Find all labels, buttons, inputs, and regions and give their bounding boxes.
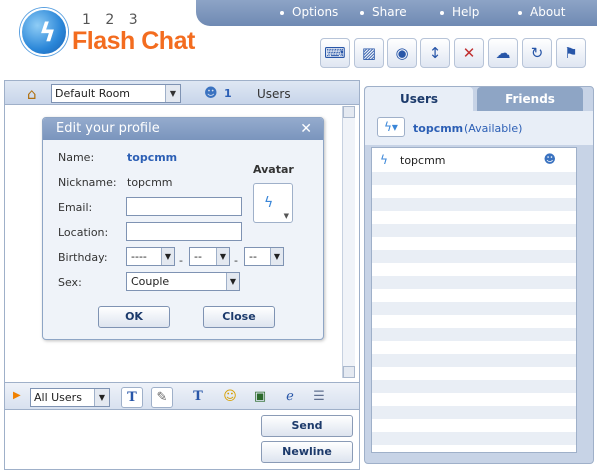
image-icon[interactable]: ▣: [249, 387, 271, 408]
user-list: ϟ topcmm ☻: [371, 147, 577, 453]
flash-chat-window: ϟ 1 2 3 Flash Chat Options Share Help Ab…: [0, 0, 597, 472]
refresh-icon[interactable]: ↻: [522, 38, 552, 68]
webcam-icon[interactable]: ◉: [387, 38, 417, 68]
skin-icon[interactable]: ▨: [354, 38, 384, 68]
list-item[interactable]: ϟ topcmm ☻: [372, 148, 576, 172]
status-menu-icon[interactable]: ϟ▾: [377, 117, 405, 137]
avatar-icon: ϟ: [264, 195, 274, 211]
header: ϟ 1 2 3 Flash Chat Options Share Help Ab…: [0, 0, 597, 80]
avatar-label: Avatar: [253, 163, 294, 176]
sound-muted-icon[interactable]: ✕: [454, 38, 484, 68]
close-icon[interactable]: ✕: [300, 121, 312, 137]
message-input[interactable]: [7, 414, 259, 468]
menu-share[interactable]: Share: [360, 5, 407, 19]
users-label: Users: [257, 87, 291, 101]
users-panel: Users Friends ϟ▾ topcmm (Available) ϟ to…: [364, 86, 594, 464]
font-color-icon[interactable]: T: [187, 387, 209, 408]
chevron-down-icon: ▼: [94, 389, 109, 406]
pencil-icon[interactable]: ✎: [151, 387, 173, 408]
scroll-down-button[interactable]: [343, 366, 355, 378]
dialog-title: Edit your profile: [43, 118, 323, 140]
location-label: Location:: [58, 226, 109, 239]
email-label: Email:: [58, 201, 93, 214]
logo-numbers: 1 2 3: [82, 12, 143, 28]
room-select[interactable]: Default Room ▼: [51, 84, 181, 103]
chevron-down-icon: ▼: [283, 212, 289, 220]
name-value: topcmm: [127, 151, 178, 164]
sex-label: Sex:: [58, 276, 82, 289]
exit-icon[interactable]: ⚑: [556, 38, 586, 68]
birthday-month-select[interactable]: -- ▼: [189, 247, 230, 266]
birthday-day-select[interactable]: -- ▼: [244, 247, 284, 266]
web-icon[interactable]: ℯ: [279, 387, 301, 408]
message-scrollbar[interactable]: [342, 106, 355, 378]
users-icon: ☻: [204, 86, 218, 101]
my-status: (Available): [464, 122, 523, 135]
my-status-row: ϟ▾ topcmm (Available): [365, 111, 593, 145]
menu-options[interactable]: Options: [280, 5, 338, 19]
my-name: topcmm: [413, 122, 464, 135]
chevron-down-icon: ▼: [165, 85, 180, 102]
menu-about[interactable]: About: [518, 5, 565, 19]
top-menu-bar: Options Share Help About: [196, 0, 597, 26]
chat-bubble-icon[interactable]: ☁: [488, 38, 518, 68]
menu-help[interactable]: Help: [440, 5, 479, 19]
sex-select[interactable]: Couple ▼: [126, 272, 240, 291]
user-status-icon: ϟ: [380, 153, 388, 167]
profile-icon[interactable]: ☻: [543, 152, 556, 166]
text-style-icon[interactable]: T: [121, 387, 143, 408]
nickname-value: topcmm: [127, 176, 173, 189]
bullet-icon: [440, 10, 444, 15]
tab-friends[interactable]: Friends: [477, 87, 583, 111]
birthday-year-select[interactable]: ---- ▼: [126, 247, 175, 266]
audience-select[interactable]: All Users ▼: [30, 388, 110, 407]
chevron-down-icon: ▼: [161, 248, 174, 265]
logo-text: Flash Chat: [72, 27, 195, 55]
nickname-label: Nickname:: [58, 176, 117, 189]
chevron-down-icon: ▼: [226, 273, 239, 290]
name-label: Name:: [58, 151, 95, 164]
scroll-up-button[interactable]: [343, 106, 355, 118]
email-field[interactable]: [126, 197, 242, 216]
edit-profile-dialog: Edit your profile ✕ Name: topcmm Nicknam…: [42, 117, 324, 340]
location-field[interactable]: [126, 222, 242, 241]
arrows-vertical-icon[interactable]: ↕: [420, 38, 450, 68]
smiley-icon[interactable]: ☺: [219, 387, 241, 408]
room-bar: ⌂ Default Room ▼ ☻ 1 Users: [5, 81, 359, 105]
user-name: topcmm: [400, 154, 446, 167]
bullet-icon: [280, 10, 284, 15]
ok-button[interactable]: OK: [98, 306, 170, 328]
send-button[interactable]: Send: [261, 415, 353, 437]
home-icon[interactable]: ⌂: [27, 85, 37, 103]
close-button[interactable]: Close: [203, 306, 275, 328]
newline-button[interactable]: Newline: [261, 441, 353, 463]
chevron-down-icon: ▼: [216, 248, 229, 265]
user-count: 1: [224, 87, 232, 100]
arrow-right-icon: ▶: [13, 390, 21, 401]
database-icon[interactable]: ☰: [308, 387, 330, 408]
bullet-icon: [518, 10, 522, 15]
avatar-picker[interactable]: ϟ ▼: [253, 183, 293, 223]
gamepad-icon[interactable]: ⌨: [320, 38, 350, 68]
chevron-down-icon: ▼: [270, 248, 283, 265]
tab-users[interactable]: Users: [365, 87, 473, 111]
logo-icon: ϟ: [20, 8, 68, 56]
birthday-label: Birthday:: [58, 251, 108, 264]
bullet-icon: [360, 10, 364, 15]
compose-toolbar: ▶ All Users ▼ T ✎ T ☺ ▣ ℯ ☰: [5, 382, 359, 410]
